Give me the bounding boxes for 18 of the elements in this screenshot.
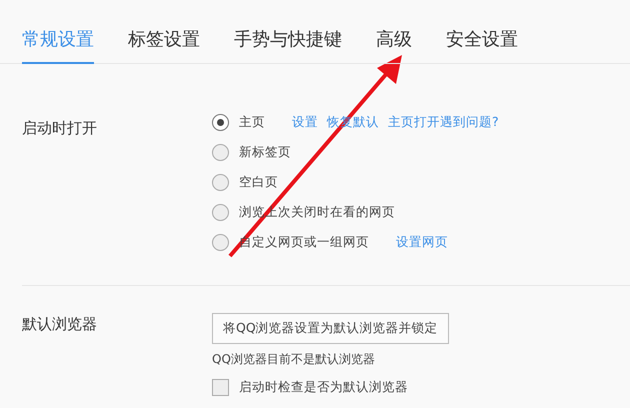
set-default-button[interactable]: 将QQ浏览器设置为默认浏览器并锁定 bbox=[212, 313, 449, 344]
radio-button[interactable] bbox=[212, 204, 229, 221]
status-text: QQ浏览器目前不是默认浏览器 bbox=[212, 351, 375, 368]
radio-button[interactable] bbox=[212, 114, 229, 131]
option-label: 空白页 bbox=[239, 174, 278, 191]
section-label: 默认浏览器 bbox=[22, 314, 98, 335]
radio-button[interactable] bbox=[212, 174, 229, 191]
option-label: 新标签页 bbox=[239, 144, 291, 161]
tab[interactable]: 安全设置 bbox=[446, 27, 518, 62]
radio-button[interactable] bbox=[212, 234, 229, 251]
option-label: 主页 bbox=[239, 114, 265, 131]
tab[interactable]: 高级 bbox=[376, 27, 412, 62]
tab[interactable]: 手势与快捷键 bbox=[234, 27, 342, 62]
tab[interactable]: 标签设置 bbox=[128, 27, 200, 62]
checkbox[interactable] bbox=[212, 379, 229, 396]
checkbox-label: 启动时检查是否为默认浏览器 bbox=[239, 379, 408, 396]
section-label: 启动时打开 bbox=[22, 118, 98, 139]
radio-button[interactable] bbox=[212, 144, 229, 161]
